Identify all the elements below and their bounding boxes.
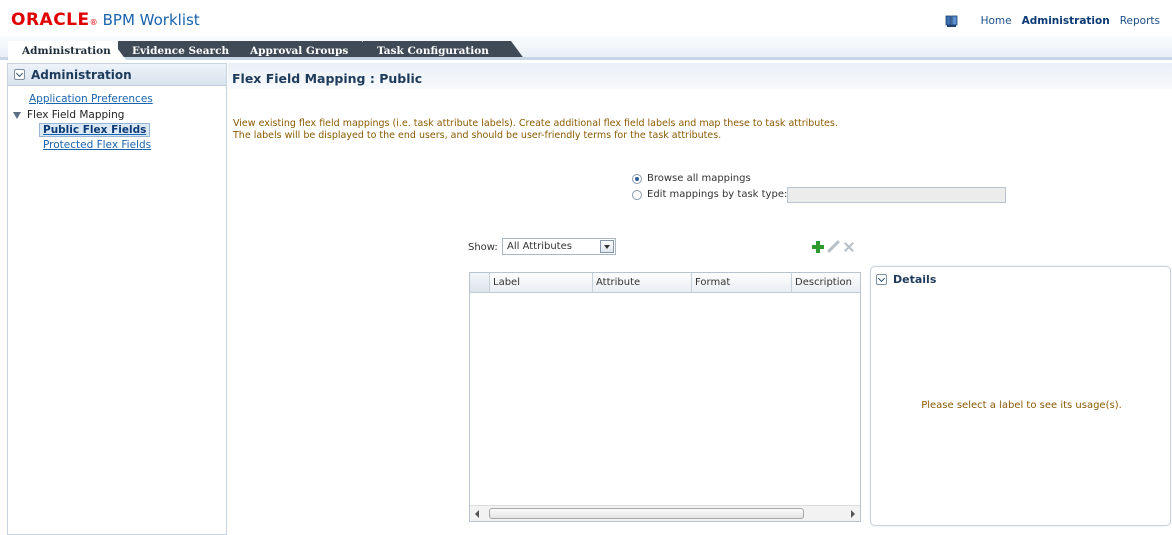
app-name: BPM Worklist	[102, 11, 200, 29]
radio-edit-label: Edit mappings by task type:	[647, 189, 788, 200]
chevron-down-icon[interactable]	[876, 274, 887, 285]
show-select-value: All Attributes	[507, 241, 572, 252]
page-title: Flex Field Mapping : Public	[232, 71, 423, 86]
nav-administration-link[interactable]: Administration	[1022, 15, 1110, 27]
sidebar-node-flex-field-mapping[interactable]: Flex Field Mapping	[8, 108, 226, 122]
tab-approval-groups[interactable]: Approval Groups	[236, 41, 376, 60]
radio-browse-label: Browse all mappings	[647, 173, 751, 184]
description-line-2: The labels will be displayed to the end …	[233, 130, 722, 141]
col-attribute[interactable]: Attribute	[592, 273, 691, 292]
details-header[interactable]: Details	[871, 267, 1170, 286]
scroll-left-icon[interactable]	[475, 510, 479, 518]
show-label: Show:	[468, 242, 498, 253]
delete-icon[interactable]	[842, 240, 856, 254]
show-attributes-select[interactable]: All Attributes	[502, 238, 616, 255]
tab-bar: Administration Evidence Search Approval …	[0, 36, 1172, 60]
tab-task-configuration[interactable]: Task Configuration	[363, 41, 525, 60]
col-description[interactable]: Description	[791, 273, 860, 292]
nav-reports-link[interactable]: Reports	[1120, 15, 1160, 27]
main-content: Flex Field Mapping : Public View existin…	[228, 63, 1172, 535]
tab-evidence-search[interactable]: Evidence Search	[118, 41, 250, 60]
flex-field-table: Label Attribute Format Description	[469, 272, 861, 522]
radio-button[interactable]	[632, 173, 642, 184]
nav-home-link[interactable]: Home	[981, 15, 1012, 27]
radio-browse-all[interactable]: Browse all mappings	[632, 173, 751, 184]
task-type-input[interactable]	[787, 187, 1006, 203]
details-panel: Details Please select a label to see its…	[870, 266, 1171, 526]
scroll-right-icon[interactable]	[851, 510, 855, 518]
add-icon[interactable]	[811, 240, 825, 254]
chevron-down-icon[interactable]	[14, 69, 25, 80]
tree-expand-icon[interactable]	[13, 111, 21, 119]
col-format[interactable]: Format	[691, 273, 791, 292]
radio-button[interactable]	[632, 189, 642, 200]
scroll-thumb[interactable]	[489, 508, 804, 519]
logo-brand: ORACLE	[11, 10, 90, 30]
details-message: Please select a label to see its usage(s…	[921, 400, 1122, 411]
tab-administration[interactable]: Administration	[8, 41, 126, 60]
dropdown-arrow-icon[interactable]	[600, 240, 614, 253]
sidebar-item-public-flex-fields[interactable]: Public Flex Fields	[8, 123, 226, 137]
sidebar: Administration Application Preferences F…	[7, 63, 227, 535]
oracle-logo: ORACLE ® BPM Worklist	[11, 10, 200, 30]
horizontal-scrollbar[interactable]	[470, 505, 860, 521]
edit-icon[interactable]	[826, 240, 840, 254]
help-book-icon[interactable]	[945, 14, 959, 28]
col-label[interactable]: Label	[489, 273, 592, 292]
radio-edit-by-task-type[interactable]: Edit mappings by task type:	[632, 189, 787, 200]
sidebar-header[interactable]: Administration	[8, 64, 226, 86]
row-select-header[interactable]	[470, 273, 489, 292]
sidebar-item-application-preferences[interactable]: Application Preferences	[8, 92, 226, 106]
sidebar-item-protected-flex-fields[interactable]: Protected Flex Fields	[8, 138, 226, 152]
logo-registered-mark: ®	[89, 18, 98, 27]
description-line-1: View existing flex field mappings (i.e. …	[233, 118, 838, 129]
sidebar-title: Administration	[31, 67, 132, 82]
details-title: Details	[893, 273, 937, 286]
sidebar-node-label: Flex Field Mapping	[27, 109, 125, 121]
app-header: ORACLE ® BPM Worklist Home Administratio…	[0, 0, 1172, 36]
table-header: Label Attribute Format Description	[470, 273, 860, 293]
global-nav: Home Administration Reports	[945, 14, 1160, 28]
sidebar-item-label: Public Flex Fields	[39, 123, 151, 137]
page-description: View existing flex field mappings (i.e. …	[233, 118, 1153, 142]
